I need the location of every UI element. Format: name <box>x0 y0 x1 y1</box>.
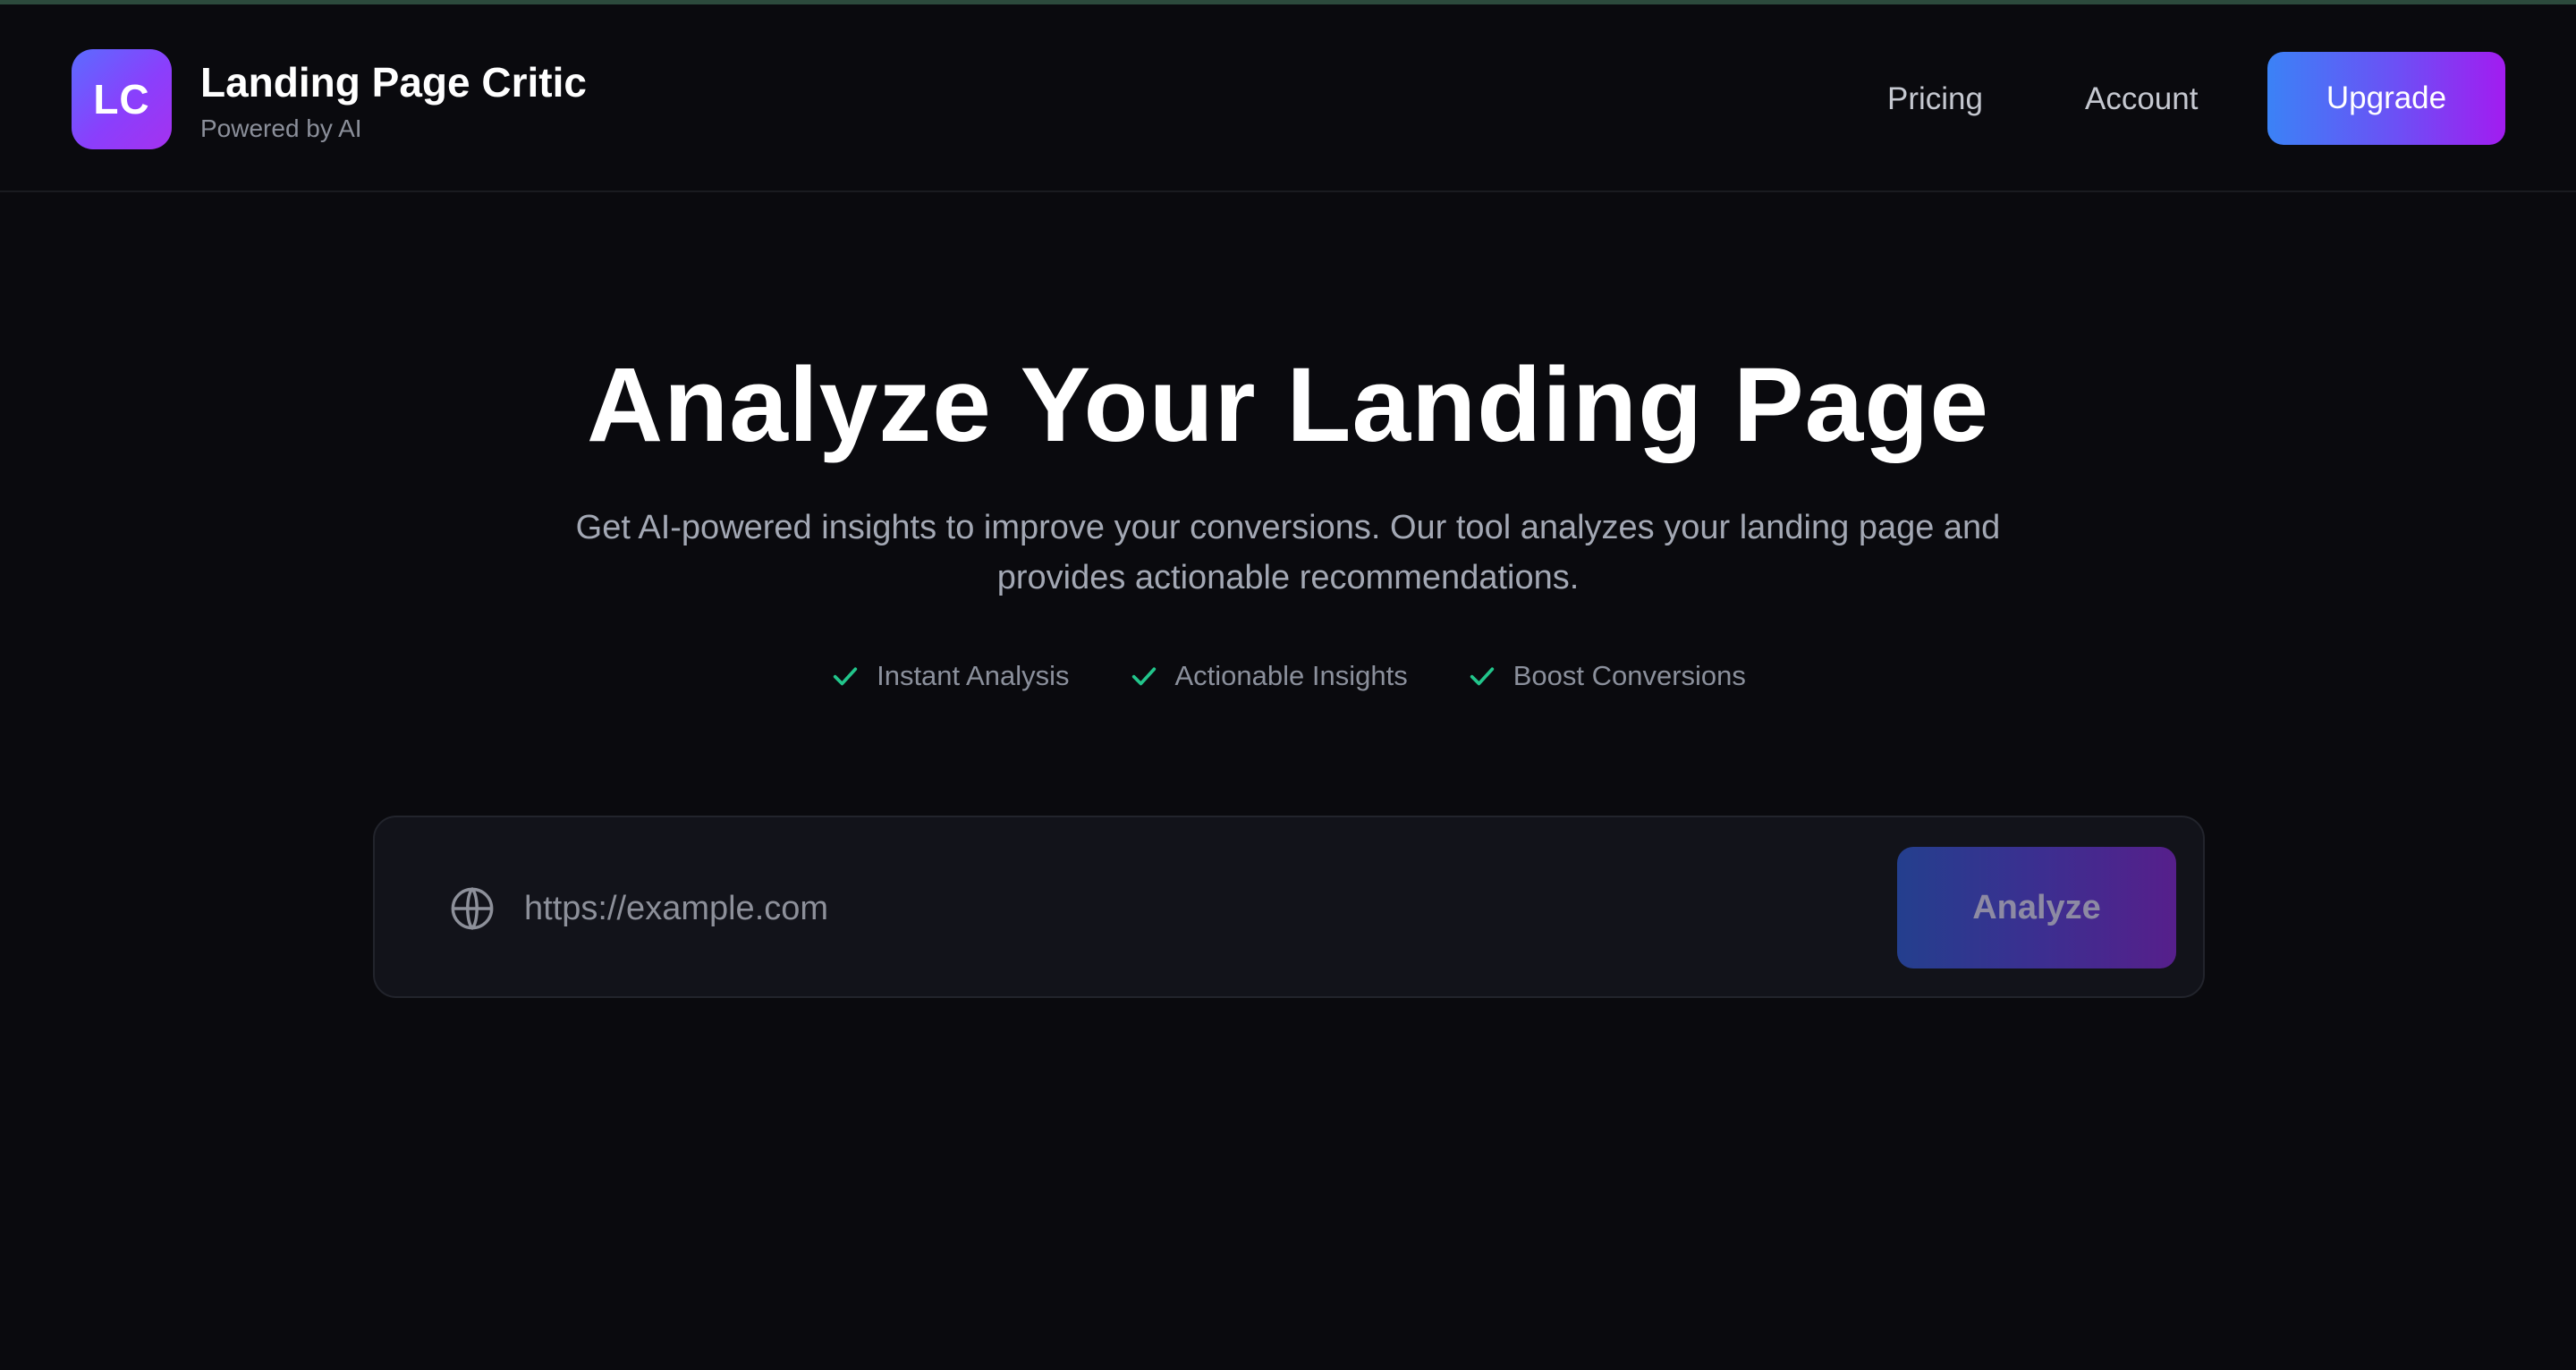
feature-item: Instant Analysis <box>830 660 1070 692</box>
app-subtitle: Powered by AI <box>200 114 362 142</box>
feature-item: Boost Conversions <box>1467 660 1746 692</box>
check-icon <box>833 667 858 686</box>
feature-label: Boost Conversions <box>1513 660 1746 691</box>
feature-list: Instant Analysis Actionable Insights Boo… <box>0 660 2576 692</box>
logo-badge[interactable]: LC <box>72 49 172 149</box>
app-title: Landing Page Critic <box>200 59 587 106</box>
hero-title: Analyze Your Landing Page <box>586 346 1990 464</box>
hero-description: Get AI-powered insights to improve your … <box>575 509 2001 596</box>
url-search-box: Analyze <box>373 816 2205 998</box>
check-icon <box>1131 667 1156 686</box>
feature-label: Instant Analysis <box>877 660 1070 691</box>
upgrade-button[interactable]: Upgrade <box>2267 52 2505 145</box>
nav-pricing-link[interactable]: Pricing <box>1887 81 1983 117</box>
analyze-button[interactable]: Analyze <box>1897 847 2176 968</box>
feature-label: Actionable Insights <box>1174 660 1408 691</box>
app-header: LC Landing Page Critic Powered by AI Pri… <box>0 4 2576 192</box>
feature-item: Actionable Insights <box>1129 660 1408 692</box>
check-icon <box>1470 667 1494 686</box>
nav-account-link[interactable]: Account <box>2085 81 2198 117</box>
globe-icon <box>451 886 494 931</box>
